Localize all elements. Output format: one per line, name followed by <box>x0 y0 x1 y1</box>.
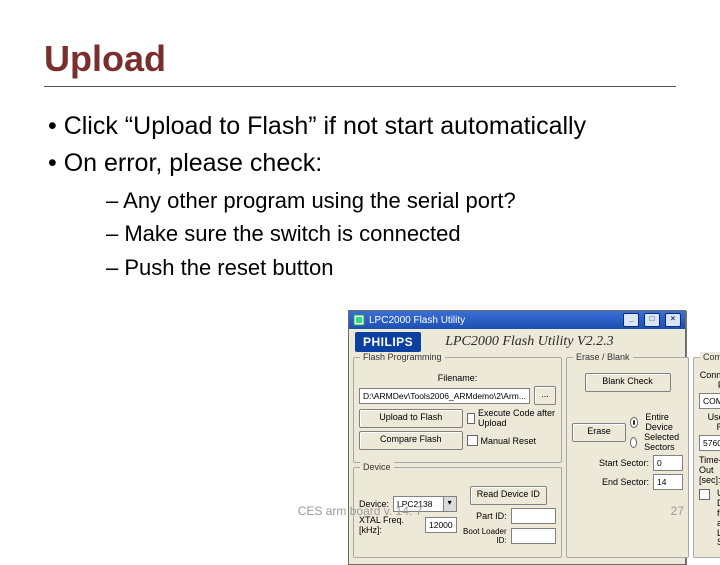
execute-checkbox[interactable] <box>467 413 476 424</box>
footer-text: CES arm board v. 14. 7 <box>0 504 720 518</box>
timeout-label: Time-Out [sec]: <box>699 455 720 485</box>
sub-bullet-1: Any other program using the serial port? <box>106 186 676 216</box>
browse-button[interactable]: ... <box>534 386 556 405</box>
start-sector-label: Start Sector: <box>572 458 649 468</box>
entire-device-label: Entire Device <box>645 412 683 432</box>
erase-blank-legend: Erase / Blank <box>573 352 633 362</box>
sub-bullet-2: Make sure the switch is connected <box>106 219 676 249</box>
end-sector-label: End Sector: <box>572 477 649 487</box>
manual-reset-checkbox[interactable] <box>467 435 478 446</box>
close-button[interactable]: × <box>665 313 681 327</box>
filename-field[interactable]: D:\ARMDev\Tools2006_ARMdemo\2\Arm... <box>359 388 530 404</box>
communication-legend: Communication <box>700 352 720 362</box>
window-title: LPC2000 Flash Utility <box>369 315 465 326</box>
xtal-field[interactable]: 12000 <box>425 517 457 533</box>
compare-flash-button[interactable]: Compare Flash <box>359 431 463 450</box>
minimize-button[interactable]: _ <box>623 313 639 327</box>
slide-title: Upload <box>44 38 676 80</box>
flash-programming-legend: Flash Programming <box>360 352 445 362</box>
maximize-button[interactable]: □ <box>644 313 660 327</box>
device-legend: Device <box>360 462 394 472</box>
execute-label: Execute Code after Upload <box>478 408 556 428</box>
app-icon <box>353 314 365 326</box>
manual-reset-label: Manual Reset <box>481 436 537 446</box>
filename-label: Filename: <box>359 373 556 383</box>
sub-bullet-list: Any other program using the serial port?… <box>106 186 676 283</box>
port-label: Connected To Port: <box>699 370 720 390</box>
bullet-2: On error, please check: Any other progra… <box>48 148 676 282</box>
product-title: LPC2000 Flash Utility V2.2.3 <box>445 334 613 350</box>
bootloader-id-field <box>511 528 556 544</box>
start-sector-field[interactable]: 0 <box>653 455 683 471</box>
entire-device-radio[interactable] <box>630 417 638 428</box>
titlebar: LPC2000 Flash Utility _ □ × <box>349 311 685 329</box>
read-device-id-button[interactable]: Read Device ID <box>470 486 547 505</box>
end-sector-field[interactable]: 14 <box>653 474 683 490</box>
selected-sectors-label: Selected Sectors <box>644 432 683 452</box>
selected-sectors-radio[interactable] <box>630 437 637 448</box>
bullet-list: Click “Upload to Flash” if not start aut… <box>48 111 676 283</box>
title-rule <box>44 86 676 87</box>
xtal-label: XTAL Freq. [kHz]: <box>359 515 421 535</box>
baud-label: Use Baud Rate: <box>699 412 720 432</box>
bullet-2-text: On error, please check: <box>64 149 322 177</box>
page-number: 27 <box>671 504 684 518</box>
baud-field[interactable]: 57600 <box>699 435 720 451</box>
bullet-1: Click “Upload to Flash” if not start aut… <box>48 111 676 142</box>
blank-check-button[interactable]: Blank Check <box>585 373 671 392</box>
bootloader-id-label: Boot Loader ID: <box>461 527 507 545</box>
flash-utility-window: LPC2000 Flash Utility _ □ × PHILIPS LPC2… <box>348 310 686 565</box>
dtr-rts-checkbox[interactable] <box>699 489 710 500</box>
sub-bullet-3: Push the reset button <box>106 253 676 283</box>
erase-button[interactable]: Erase <box>572 423 626 442</box>
communication-group: Communication Connected To Port: COM1▾ U… <box>693 357 720 558</box>
philips-logo: PHILIPS <box>355 332 421 352</box>
flash-programming-group: Flash Programming Filename: D:\ARMDev\To… <box>353 357 562 463</box>
upload-to-flash-button[interactable]: Upload to Flash <box>359 409 463 428</box>
port-field[interactable]: COM1 <box>699 393 720 409</box>
erase-blank-group: Erase / Blank Blank Check Erase Entire D… <box>566 357 689 558</box>
